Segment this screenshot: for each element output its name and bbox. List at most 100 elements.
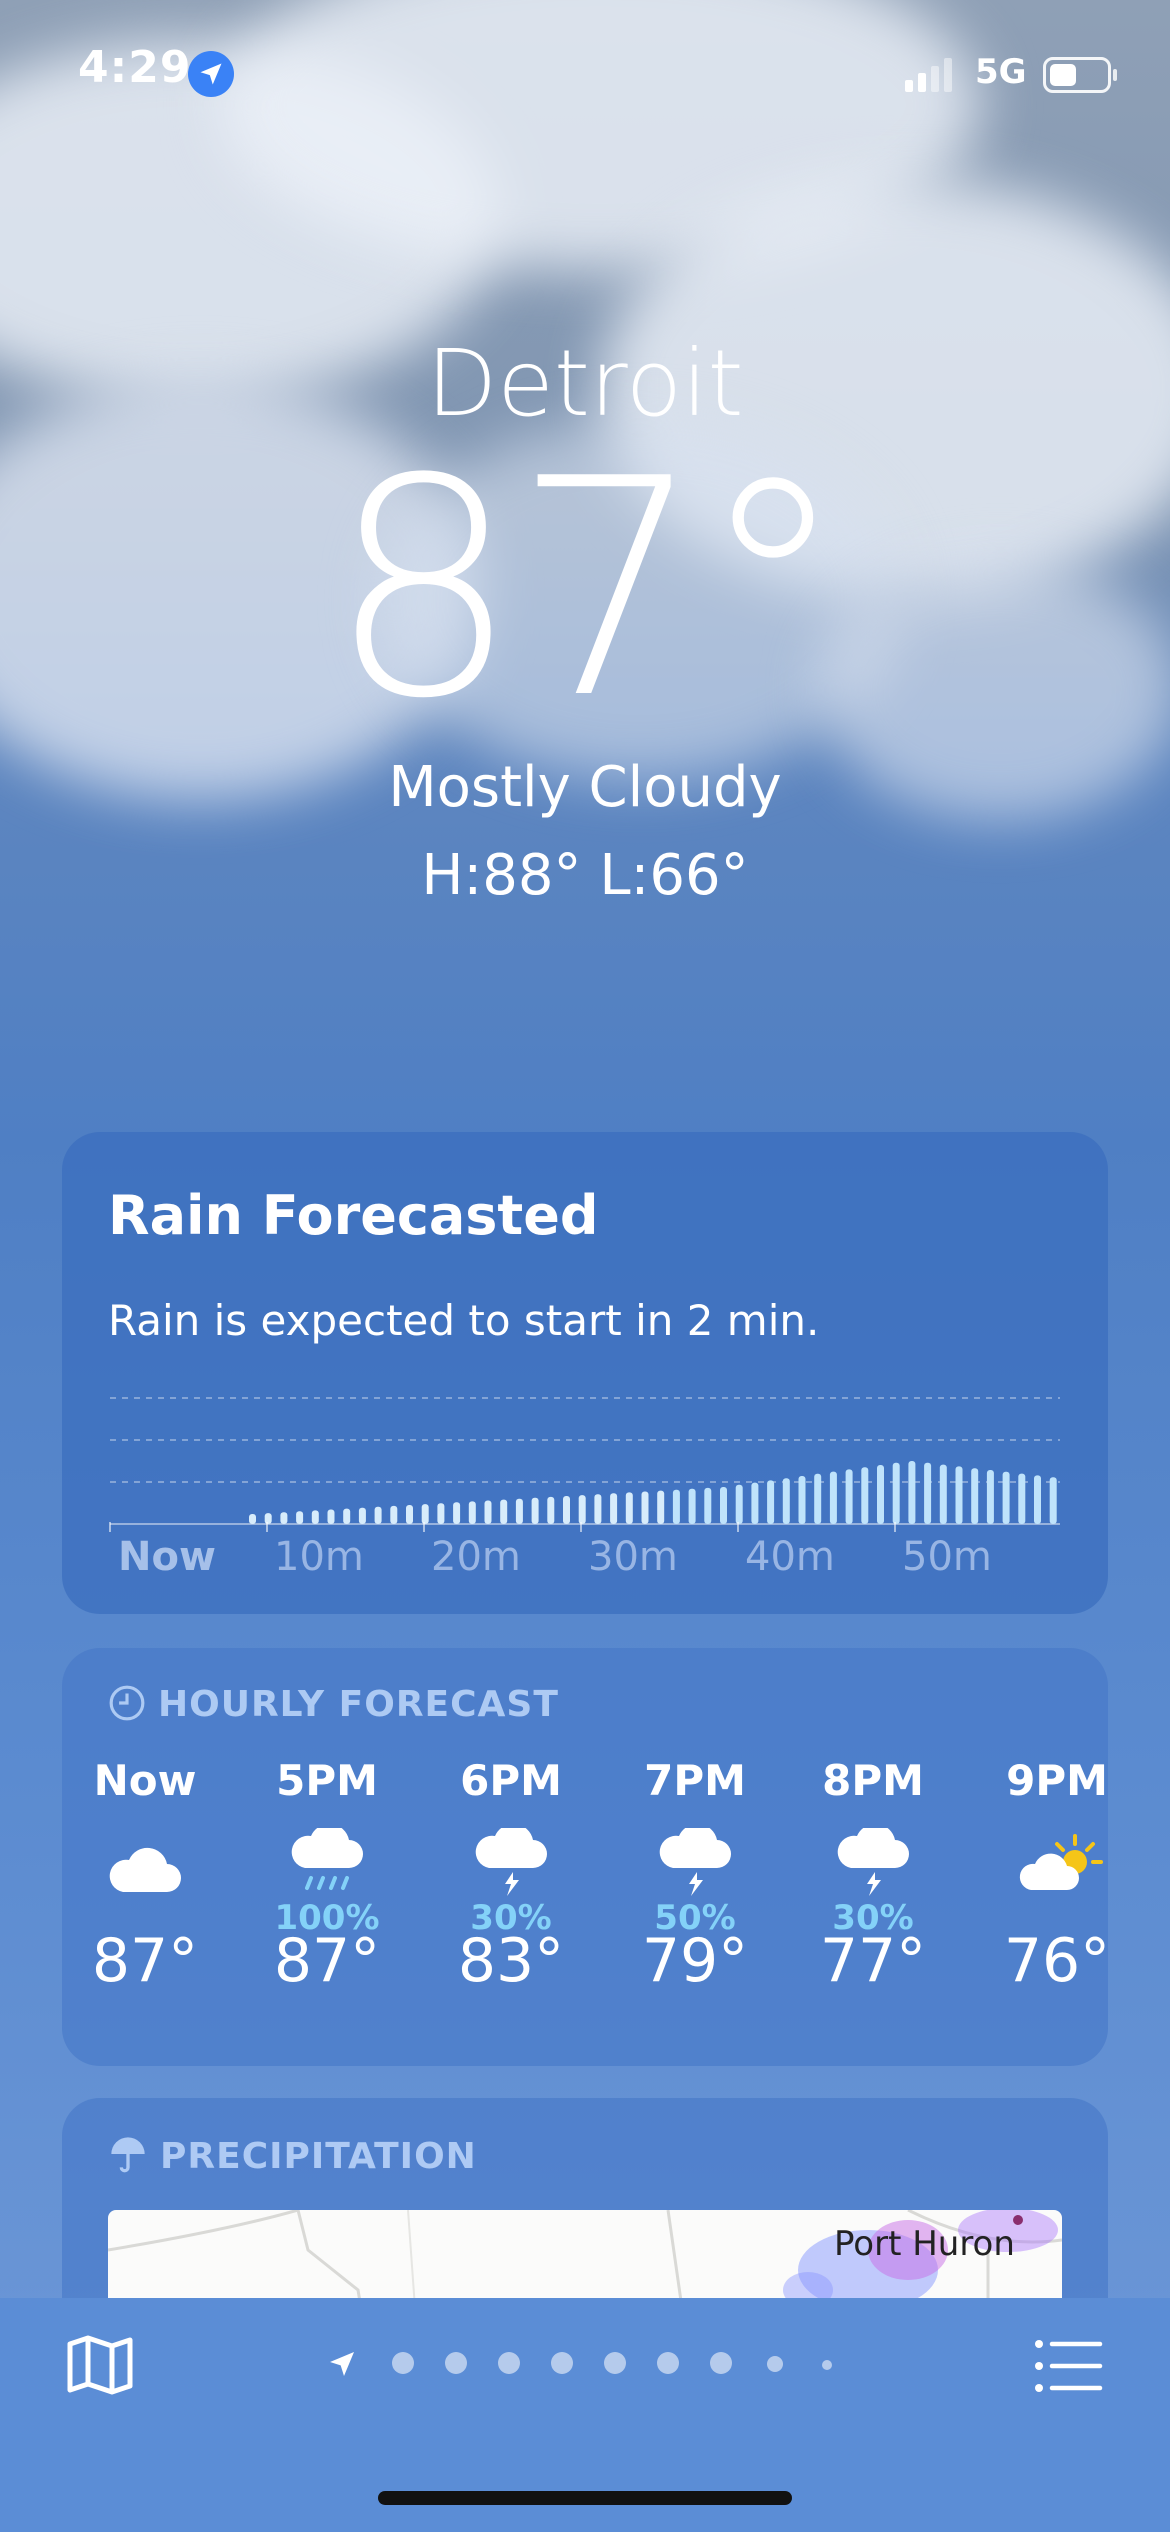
page-dot[interactable] [710, 2352, 732, 2374]
page-dot[interactable] [392, 2352, 414, 2374]
rain-bar [264, 1513, 272, 1524]
rain-forecast-card[interactable]: Rain Forecasted Rain is expected to star… [62, 1132, 1108, 1614]
cloud-bolt-icon [837, 1828, 909, 1896]
rain-axis-label: 10m [274, 1534, 364, 1580]
cloud-rain-icon [291, 1828, 363, 1890]
rain-bar [955, 1466, 963, 1524]
location-page-icon[interactable] [326, 2348, 358, 2380]
rain-bar [327, 1509, 335, 1524]
rain-bar [720, 1487, 727, 1524]
rain-bar [500, 1499, 508, 1524]
rain-bar [986, 1470, 994, 1524]
rain-bar [594, 1494, 602, 1524]
rain-bar [892, 1462, 900, 1524]
rain-bar [249, 1514, 256, 1524]
rain-card-title: Rain Forecasted [108, 1184, 599, 1247]
rain-bar [782, 1478, 790, 1524]
precipitation-header: PRECIPITATION [108, 2134, 477, 2177]
cloud-icon [109, 1847, 181, 1892]
hour-temp: 77° [819, 1926, 927, 1996]
rain-bar [390, 1505, 398, 1524]
status-bar: 4:29 5G [0, 0, 1170, 150]
hour-label: 5PM [276, 1756, 378, 1805]
hourly-strip[interactable]: Now 87° 5PM 100% 87° 6PM 30% 83° 7PM 50%… [62, 1748, 1108, 2048]
status-time: 4:29 [78, 42, 192, 93]
hour-label: 6PM [460, 1756, 562, 1805]
rain-bar [374, 1506, 382, 1524]
rain-bar [1034, 1475, 1041, 1524]
rain-bar [735, 1484, 743, 1524]
rain-bar [280, 1512, 288, 1524]
rain-bar [484, 1500, 492, 1524]
hour-temp: 83° [457, 1926, 565, 1996]
rain-card-subtitle: Rain is expected to start in 2 min. [108, 1296, 820, 1345]
precipitation-header-label: PRECIPITATION [160, 2136, 477, 2177]
rain-chart: Now 10m 20m 30m 40m 50m [109, 1397, 1060, 1580]
rain-bar [814, 1473, 822, 1524]
hourly-header-label: HOURLY FORECAST [158, 1684, 559, 1725]
page-dot[interactable] [498, 2352, 520, 2374]
map-city-label: Port Huron [834, 2224, 1015, 2264]
rain-bar [515, 1498, 523, 1524]
hourly-forecast-card[interactable]: HOURLY FORECAST Now 87° 5PM 100% 87° 6PM… [62, 1648, 1108, 2066]
rain-axis-label: 40m [745, 1534, 835, 1580]
rain-bar [610, 1493, 618, 1524]
hour-temp: 87° [91, 1926, 199, 1996]
signal-icon [905, 58, 952, 92]
rain-bar [343, 1508, 351, 1524]
rain-bar [924, 1462, 932, 1524]
rain-bar [845, 1469, 853, 1524]
rain-bar [829, 1471, 837, 1524]
weather-screen: 4:29 5G Detroit 87° Mostly Cloudy H:88° … [0, 0, 1170, 2532]
umbrella-icon [111, 2137, 145, 2173]
rain-axis-label: 50m [902, 1534, 992, 1580]
page-dot[interactable] [604, 2352, 626, 2374]
rain-bar [453, 1502, 461, 1524]
page-dot[interactable] [657, 2352, 679, 2374]
map-icon[interactable] [66, 2334, 134, 2396]
rain-bar [547, 1496, 555, 1524]
cloud-sun-icon [1019, 1834, 1103, 1890]
rain-bar [657, 1490, 665, 1524]
clock-icon [109, 1685, 145, 1721]
rain-bar [625, 1492, 633, 1524]
rain-bar [358, 1507, 366, 1524]
network-type: 5G [975, 52, 1027, 92]
rain-bar [641, 1491, 649, 1524]
hour-label: 9PM [1006, 1756, 1108, 1805]
rain-bar [861, 1467, 869, 1524]
hourly-header: HOURLY FORECAST [108, 1684, 559, 1725]
hour-label: Now [93, 1756, 197, 1805]
rain-bar [672, 1489, 680, 1524]
hour-label: 8PM [822, 1756, 924, 1805]
page-dot[interactable] [767, 2356, 783, 2372]
hour-temp: 76° [1003, 1926, 1108, 1996]
rain-bar [971, 1468, 979, 1524]
rain-bar [563, 1496, 570, 1524]
rain-bar [767, 1480, 775, 1524]
location-arrow-icon [188, 51, 234, 97]
rain-bar [421, 1504, 429, 1524]
hour-temp: 87° [273, 1926, 381, 1996]
rain-bar [704, 1487, 712, 1524]
cloud-bolt-icon [659, 1828, 731, 1896]
rain-bar [296, 1511, 304, 1524]
list-icon[interactable] [1034, 2338, 1104, 2394]
current-temperature: 87° [328, 415, 848, 764]
rain-bar [468, 1501, 476, 1524]
high-low: H:88° L:66° [421, 843, 749, 908]
home-indicator[interactable] [378, 2491, 792, 2505]
page-dot[interactable] [551, 2352, 573, 2374]
page-dot[interactable] [445, 2352, 467, 2374]
battery-icon [1043, 57, 1117, 93]
rain-bar [578, 1495, 586, 1524]
rain-bar [751, 1482, 759, 1524]
page-dot[interactable] [822, 2360, 832, 2370]
hour-temp: 79° [641, 1926, 749, 1996]
rain-bar [908, 1461, 916, 1524]
rain-bar [311, 1510, 319, 1524]
rain-axis-label: 30m [588, 1534, 678, 1580]
rain-axis-label: Now [118, 1534, 216, 1580]
rain-bar [1002, 1471, 1010, 1524]
rain-bar [1049, 1477, 1057, 1524]
